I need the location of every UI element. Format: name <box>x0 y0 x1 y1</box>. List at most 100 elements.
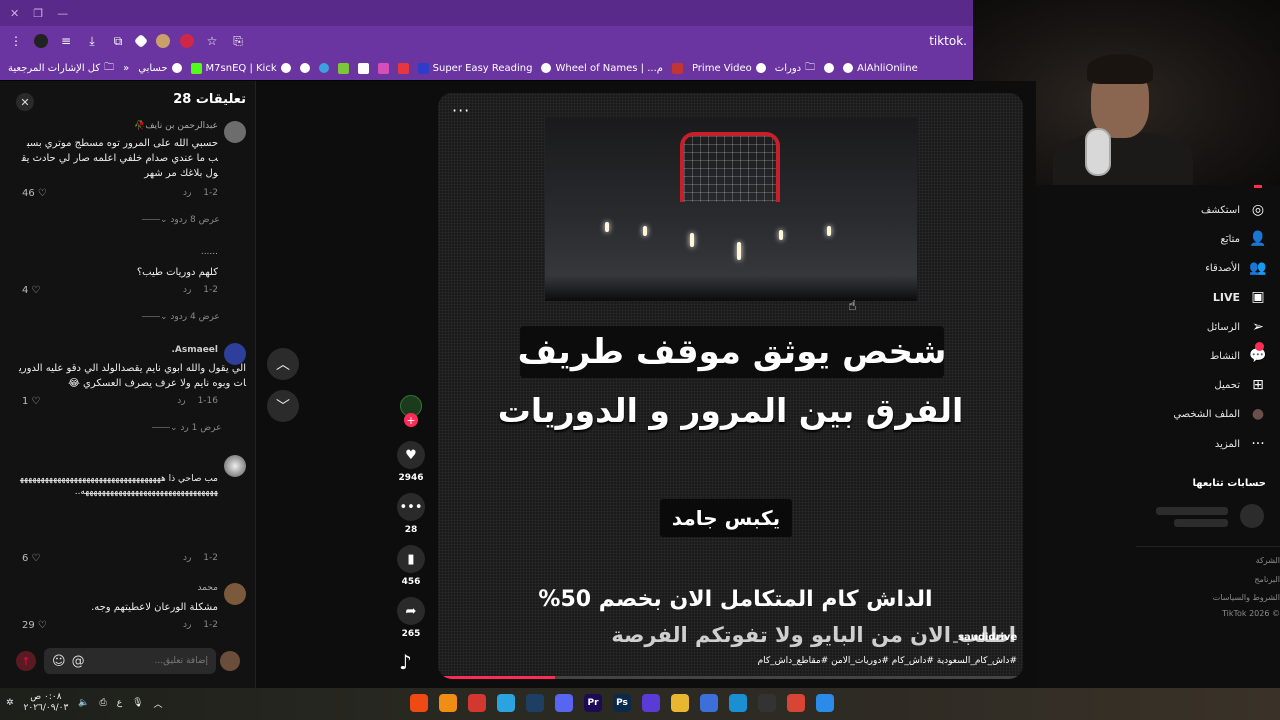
emoji-icon[interactable]: ☺ <box>52 654 66 669</box>
sidebar-item-explore[interactable]: ◎ استكشف <box>1201 202 1266 218</box>
brave-app-icon[interactable] <box>410 694 428 712</box>
url-text[interactable]: tiktok. <box>929 34 967 48</box>
share-action[interactable]: ➦ 265 <box>394 597 428 639</box>
telegram-app-icon[interactable] <box>497 694 515 712</box>
minimize-window-icon[interactable]: — <box>57 7 68 20</box>
comment-like-button[interactable]: 6 ♡ <box>22 553 40 564</box>
app-red-icon[interactable] <box>468 694 486 712</box>
premiere-app-icon[interactable]: Pr <box>584 694 602 712</box>
next-video-button[interactable]: ﹀ <box>267 390 299 422</box>
bookmark-item[interactable]: Prime Video <box>692 63 766 74</box>
heart-icon[interactable]: ♥ <box>397 441 425 469</box>
comment-like-button[interactable]: 46 ♡ <box>22 188 47 199</box>
edge-app-icon[interactable] <box>729 694 747 712</box>
sidebar-item-upload[interactable]: ⊞ تحميل <box>1214 377 1266 393</box>
extension-cookie-icon[interactable] <box>156 34 170 48</box>
comment-input[interactable]: ☺ @ إضافة تعليق... <box>44 648 216 674</box>
sidebar-item-friends[interactable]: 👥 الأصدقاء <box>1205 260 1266 276</box>
share-arrow-icon[interactable]: ➦ <box>397 597 425 625</box>
app-purple-icon[interactable] <box>642 694 660 712</box>
playlist-icon[interactable]: ≡ <box>58 33 74 49</box>
video-hashtags[interactable]: #داش_كام_السعودية #داش_كام #دوريات_الامن… <box>758 656 1017 666</box>
windows-start-icon[interactable] <box>816 694 834 712</box>
comment-username[interactable]: Asmaeel. <box>172 345 219 355</box>
menu-kebab-icon[interactable]: ⋮ <box>8 33 24 49</box>
comment-username[interactable]: ...... <box>201 247 218 257</box>
photoshop-app-icon[interactable]: Ps <box>613 694 631 712</box>
site-icon[interactable] <box>397 62 409 74</box>
comment-action[interactable]: ••• 28 <box>394 493 428 535</box>
obs-app-icon[interactable] <box>758 694 776 712</box>
globe-icon[interactable] <box>824 63 835 73</box>
bookmark-item[interactable]: M7snEQ | Kick <box>190 62 291 74</box>
view-replies-button[interactable]: عرض 1 رد ⌄ <box>146 423 221 433</box>
comment-like-button[interactable]: 29 ♡ <box>22 620 47 631</box>
comment-username[interactable]: عبدالرحمن بن نايف🥀 <box>134 121 218 131</box>
footer-link-company[interactable]: الشركة <box>1256 556 1280 565</box>
send-comment-button[interactable]: ↑ <box>16 651 36 671</box>
previous-video-button[interactable]: ︿ <box>267 348 299 380</box>
footer-link-terms[interactable]: الشروط والسياسات <box>1213 593 1280 602</box>
site-icon[interactable] <box>377 62 389 74</box>
extension-diamond-icon[interactable] <box>133 33 149 49</box>
clock[interactable]: ٠:٠٨ ص ٢٠٢٦/٠٩/٠٣ <box>24 692 69 714</box>
bookmark-item[interactable]: دورات 🗀 <box>775 60 815 77</box>
reply-button[interactable]: رد <box>177 396 185 406</box>
site-icon[interactable] <box>671 62 683 74</box>
screen-cast-icon[interactable]: ⎘ <box>230 33 246 49</box>
video-author[interactable]: _saudidrive <box>953 632 1017 643</box>
sidebar-item-activity[interactable]: 💬 النشاط <box>1210 342 1267 364</box>
reply-button[interactable]: رد <box>183 553 191 563</box>
discord-app-icon[interactable] <box>555 694 573 712</box>
sidebar-item-profile[interactable]: ● الملف الشخصي <box>1173 406 1266 422</box>
view-replies-button[interactable]: عرض 4 ردود ⌄ <box>136 312 220 322</box>
reply-button[interactable]: رد <box>183 285 191 295</box>
bookmark-item[interactable]: Wheel of Names | ...م <box>541 63 663 74</box>
video-player[interactable]: ··· شخص يوثق موقف طريف الفرق بين المرور … <box>438 93 1023 679</box>
explorer-app-icon[interactable] <box>671 694 689 712</box>
comment-like-button[interactable]: 4 ♡ <box>22 285 40 296</box>
bookmark-item[interactable]: حسابي <box>138 63 182 74</box>
like-action[interactable]: ♥ 2946 <box>394 441 428 483</box>
bookmark-all[interactable]: كل الإشارات المرجعية 🗀 <box>8 60 114 77</box>
close-window-icon[interactable]: ✕ <box>10 7 19 20</box>
save-action[interactable]: ▮ 456 <box>394 545 428 587</box>
more-options-icon[interactable]: ··· <box>452 101 470 120</box>
network-icon[interactable]: ⎙ <box>100 698 107 708</box>
site-icon[interactable] <box>357 62 369 74</box>
language-indicator[interactable]: ع <box>117 698 122 708</box>
video-progress-bar[interactable] <box>438 676 1023 679</box>
show-hidden-icons-chevron-icon[interactable]: ︿ <box>154 697 163 710</box>
chrome-app-icon[interactable] <box>787 694 805 712</box>
close-comments-button[interactable]: ✕ <box>16 93 34 111</box>
tiktok-logo-icon[interactable]: ♪ <box>399 650 412 674</box>
puzzle-extensions-icon[interactable]: ⧉ <box>110 33 126 49</box>
comment-bubble-icon[interactable]: ••• <box>397 493 425 521</box>
maximize-window-icon[interactable]: ❐ <box>33 7 43 20</box>
bookmarks-overflow-icon[interactable]: » <box>123 63 129 74</box>
reply-button[interactable]: رد <box>183 620 191 630</box>
follow-button[interactable]: + <box>404 413 418 427</box>
notification-bell-icon[interactable]: ✲ <box>6 698 14 708</box>
avatar[interactable] <box>224 583 246 605</box>
sidebar-item-following[interactable]: 👤 متابَع <box>1220 231 1266 247</box>
mention-icon[interactable]: @ <box>72 654 85 669</box>
sidebar-item-messages[interactable]: ➢ الرسائل <box>1207 319 1266 335</box>
download-icon[interactable]: ⤓ <box>84 33 100 49</box>
sidebar-item-live[interactable]: ▣ LIVE <box>1213 289 1266 305</box>
globe-icon[interactable] <box>299 63 310 73</box>
comment-like-button[interactable]: 1 ♡ <box>22 396 40 407</box>
sidebar-item-more[interactable]: ··· المزيد <box>1215 436 1266 452</box>
steam-app-icon[interactable] <box>526 694 544 712</box>
extension-icon[interactable] <box>34 34 48 48</box>
bookmark-item[interactable]: Super Easy Reading <box>417 62 532 74</box>
bookmark-icon[interactable]: ▮ <box>397 545 425 573</box>
footer-link-program[interactable]: البرنامج <box>1254 575 1280 584</box>
view-replies-button[interactable]: عرض 8 ردود ⌄ <box>136 215 220 225</box>
microphone-tray-icon[interactable]: 🎙 <box>132 698 143 708</box>
extension-red-icon[interactable] <box>180 34 194 48</box>
bookmark-star-icon[interactable]: ☆ <box>204 33 220 49</box>
store-app-icon[interactable] <box>700 694 718 712</box>
reply-button[interactable]: رد <box>183 188 191 198</box>
avatar[interactable] <box>224 121 246 143</box>
